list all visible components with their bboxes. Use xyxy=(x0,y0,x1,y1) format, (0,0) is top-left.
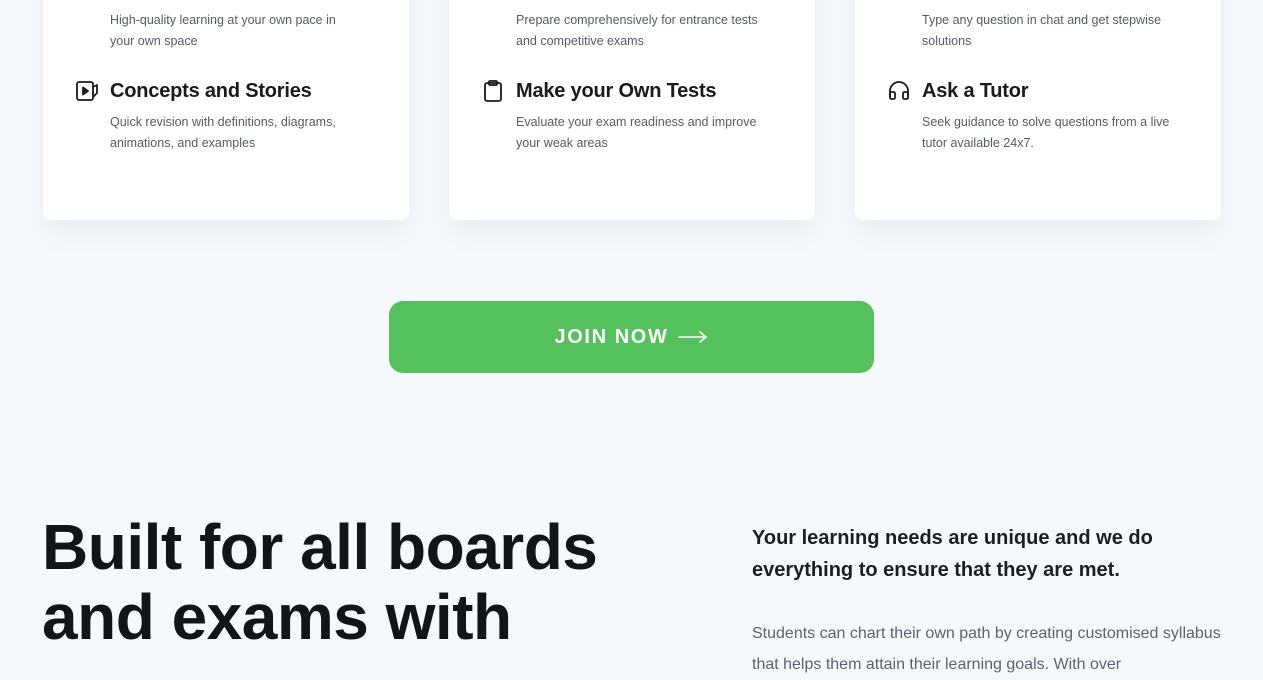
play-video-icon xyxy=(75,79,99,103)
feature-description: Type any question in chat and get stepwi… xyxy=(922,13,1162,48)
feature-title: Ask a Tutor xyxy=(922,80,1029,102)
section-body: Students can chart their own path by cre… xyxy=(752,625,1221,673)
feature-title: Make your Own Tests xyxy=(516,80,717,102)
section-headline: Built for all boards and exams with xyxy=(42,512,662,652)
join-now-label: JOIN NOW xyxy=(554,325,669,348)
feature-description: High-quality learning at your own pace i… xyxy=(110,13,336,48)
section-subhead: Your learning needs are unique and we do… xyxy=(752,527,1153,581)
feature-description: Evaluate your exam readiness and improve… xyxy=(516,115,757,150)
headphones-icon xyxy=(887,79,911,103)
clipboard-icon xyxy=(481,79,505,103)
feature-title: Concepts and Stories xyxy=(110,80,312,102)
feature-description: Quick revision with definitions, diagram… xyxy=(110,115,336,150)
feature-card-3: Type any question in chat and get stepwi… xyxy=(855,0,1221,220)
long-arrow-right-icon xyxy=(678,330,708,344)
feature-description: Seek guidance to solve questions from a … xyxy=(922,115,1170,150)
feature-cards: High-quality learning at your own pace i… xyxy=(43,0,1221,220)
join-now-button[interactable]: JOIN NOW xyxy=(389,301,874,373)
headline-line-2: and exams with xyxy=(42,581,512,653)
headline-line-1: Built for all boards xyxy=(42,511,598,583)
feature-description: Prepare comprehensively for entrance tes… xyxy=(516,13,758,48)
feature-card-1: High-quality learning at your own pace i… xyxy=(43,0,409,220)
feature-card-2: Prepare comprehensively for entrance tes… xyxy=(449,0,815,220)
